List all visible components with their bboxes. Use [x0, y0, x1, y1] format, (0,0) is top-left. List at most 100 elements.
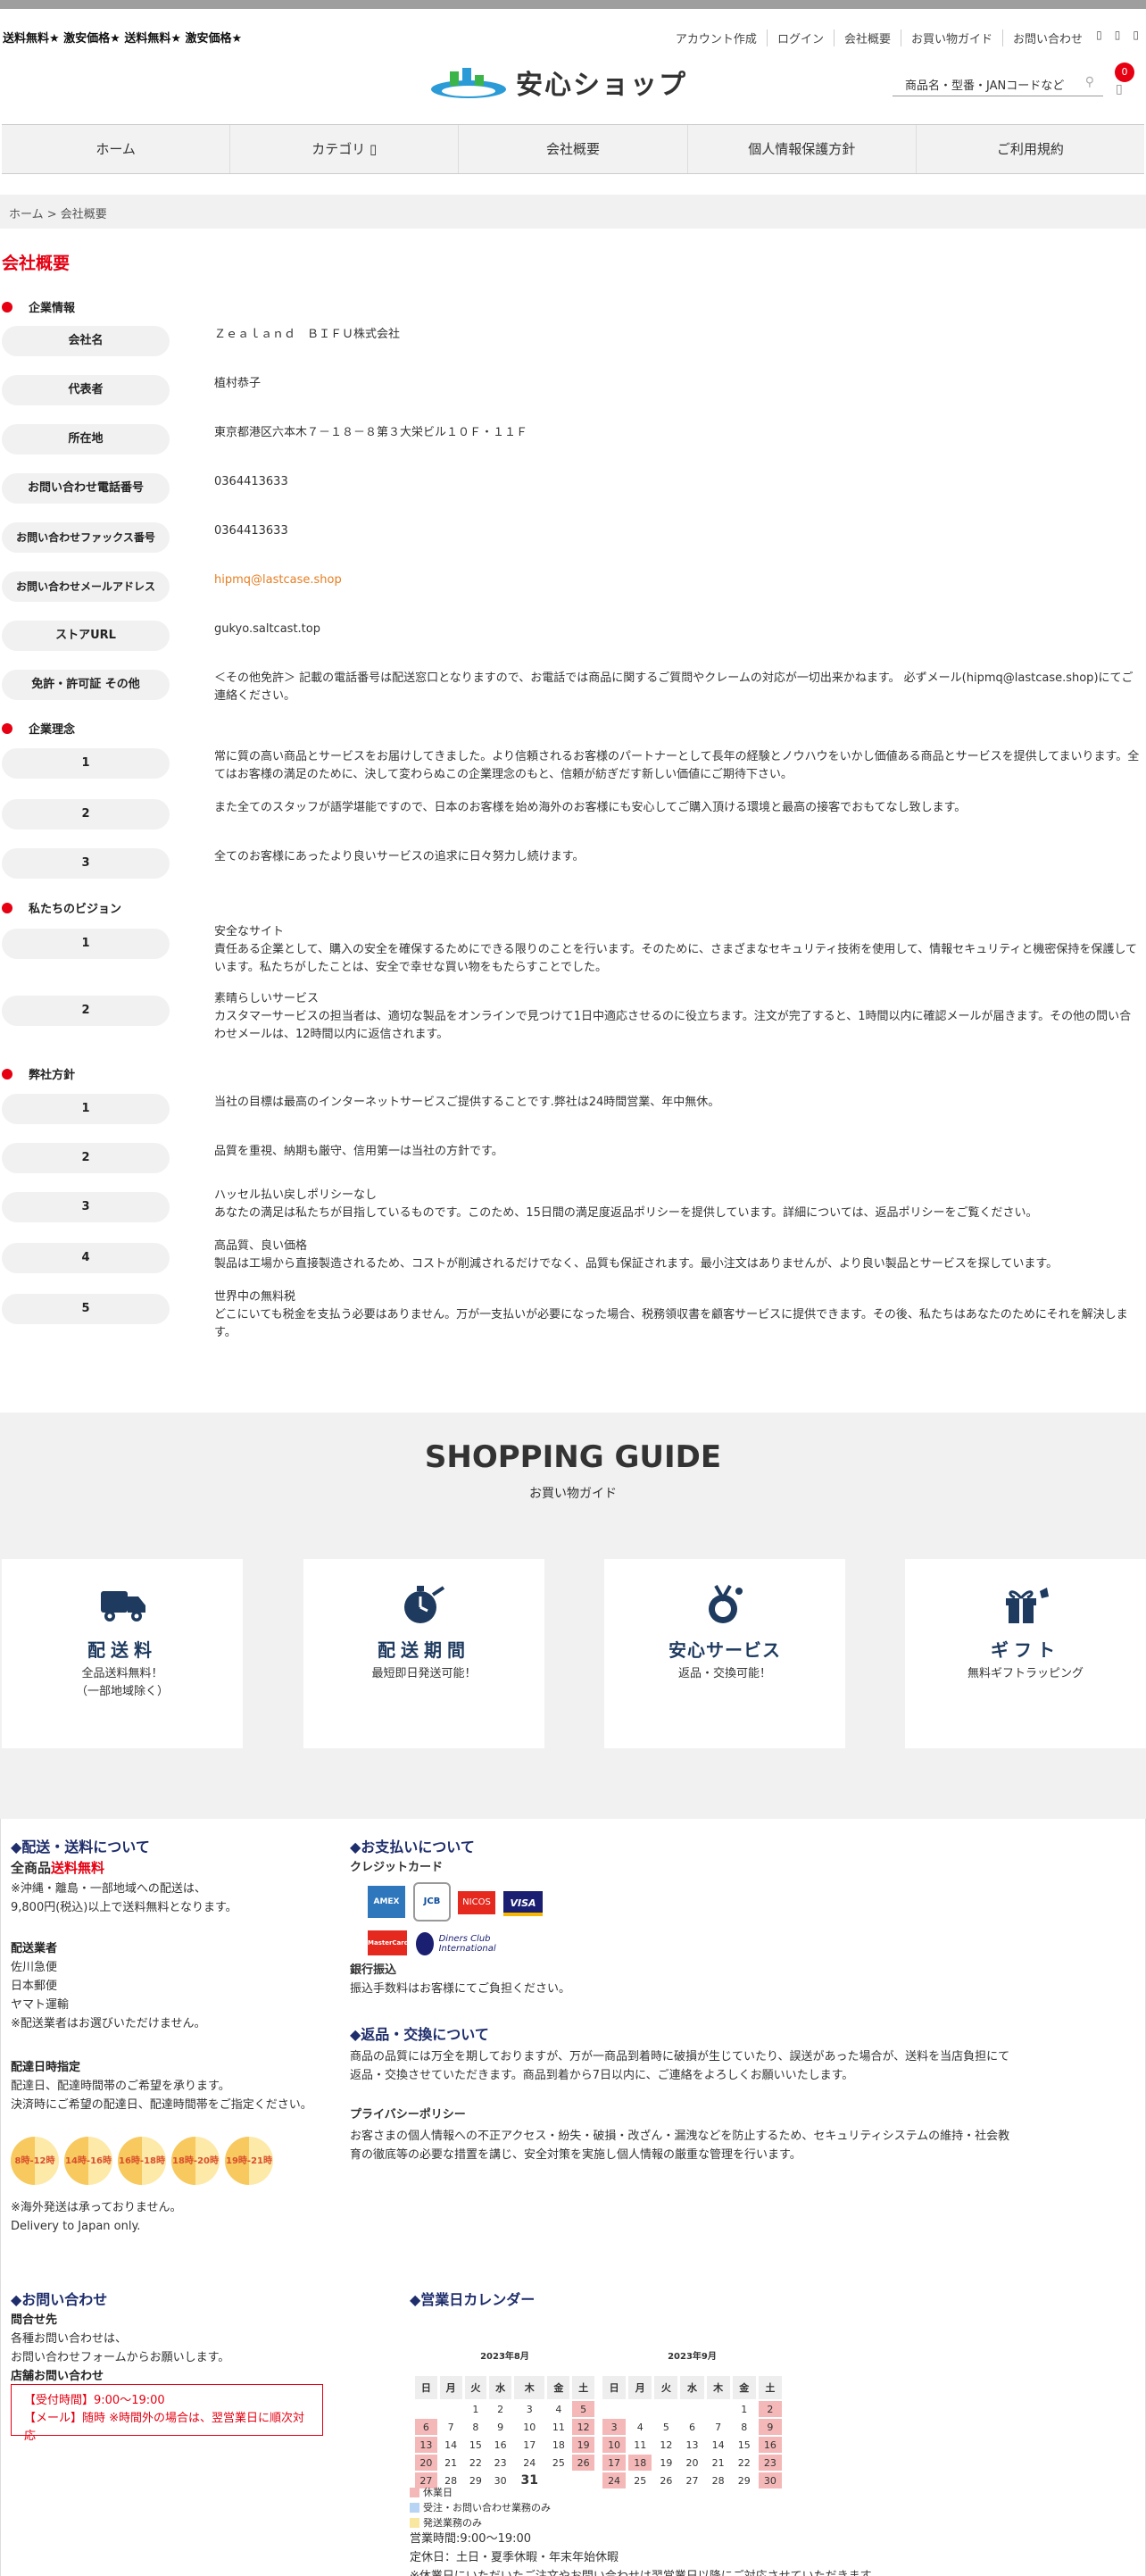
- calendar-day: 3: [526, 2403, 533, 2415]
- calendar-day: 3: [602, 2419, 627, 2435]
- row-value[interactable]: hipmq@lastcase.shop: [214, 571, 1142, 589]
- nav-home[interactable]: ホーム: [2, 125, 229, 173]
- row-value: ＜その他免許＞ 記載の電話番号は配送窓口となりますので、お電話では商品に関するご…: [214, 671, 1134, 703]
- calendar-heading: ◆営業日カレンダー: [410, 2291, 536, 2308]
- link-guide[interactable]: お買い物ガイド: [900, 29, 1002, 46]
- nav-company[interactable]: 会社概要: [458, 125, 686, 173]
- guide-card-shipping[interactable]: 配送料 全品送料無料！ （一部地域除く）: [2, 1559, 243, 1748]
- row-value: 植村恭子: [214, 377, 262, 390]
- calendar-day: 24: [602, 2472, 627, 2488]
- guide-card-gift[interactable]: ギフト 無料ギフトラッピング: [905, 1559, 1146, 1748]
- calendar-day: [680, 2401, 703, 2417]
- card-desc: 無料ギフトラッピング: [967, 1667, 1084, 1680]
- guide-card-delivery-time[interactable]: 配送期間 最短即日発送可能！: [303, 1559, 544, 1748]
- calendar-aug: 2023年8月日月火水木金土 1 2 3 4 5 6 7 8 9 10 11 12 13 14 15 16 17 1…: [412, 2348, 597, 2490]
- nav-terms[interactable]: ご利用規約: [915, 125, 1144, 173]
- search-icon[interactable]: ⚲: [1085, 75, 1094, 89]
- calendar-day: 5: [572, 2401, 594, 2417]
- row-value: また全てのスタッフが語学堪能ですので、日本のお客様を始め海外のお客様にも安心して…: [214, 801, 967, 814]
- calendar-day: 20: [415, 2455, 437, 2471]
- row-label: 4: [2, 1243, 170, 1273]
- row-label: 1: [2, 929, 170, 959]
- contact-text: 問合せ先 各種お問い合わせは、 お問い合わせフォームからお願いします。 店舗お問…: [11, 2313, 230, 2383]
- guide-title: SHOPPING GUIDE: [424, 1439, 722, 1475]
- legend-orders: 受注・お問い合わせ業務のみ: [410, 2500, 551, 2514]
- contact-heading: ◆お問い合わせ: [11, 2291, 108, 2308]
- instagram-icon[interactable]: ▯: [1133, 29, 1139, 41]
- truck-icon: [101, 1591, 145, 1621]
- link-login[interactable]: ログイン: [766, 29, 834, 46]
- link-company[interactable]: 会社概要: [833, 29, 901, 46]
- calendar-day: 10: [602, 2437, 627, 2453]
- row-label: ストアURL: [2, 621, 170, 651]
- cart-icon[interactable]: ▯: [1116, 82, 1123, 96]
- calendar-day: 16: [494, 2438, 507, 2451]
- calendar-day: 29: [469, 2474, 482, 2487]
- row-label: 1: [2, 748, 170, 779]
- weekday: 火: [464, 2376, 487, 2399]
- diners-logo: Diners Club International: [416, 1930, 523, 1957]
- service-icon: [709, 1585, 743, 1623]
- calendar-day: 14: [444, 2438, 458, 2451]
- cart-count-badge: 0: [1115, 63, 1134, 82]
- row-label: 3: [2, 848, 170, 879]
- returns-text: 商品の品質には万全を期しておりますが、万が一商品到着時に破損が生じていたり、誤送…: [350, 2050, 1010, 2082]
- calendar-day: 8: [741, 2421, 748, 2433]
- logo-text: 安心ショップ: [516, 70, 687, 101]
- delivery-time: 配達日時指定 配達日、配達時間帯のご希望を承ります。 決済時にご希望の配達日、配…: [11, 2061, 312, 2112]
- calendar-day: 19: [572, 2437, 594, 2453]
- weekday: 金: [732, 2376, 756, 2399]
- calendar-day: 26: [572, 2455, 594, 2471]
- weekday: 土: [758, 2376, 782, 2399]
- privacy-text: お客さまの個人情報への不正アクセス・紛失・破損・改ざん・漏洩などを防止するため、…: [350, 2130, 1010, 2162]
- calendar-day: 26: [660, 2474, 673, 2487]
- link-create-account[interactable]: アカウント作成: [666, 29, 767, 46]
- calendar-day: 17: [602, 2455, 627, 2471]
- twitter-icon[interactable]: ▯: [1096, 29, 1102, 41]
- mastercard-logo: MasterCard: [368, 1930, 409, 1955]
- jcb-logo: JCB: [413, 1882, 451, 1922]
- calendar-day: 2: [758, 2401, 782, 2417]
- calendar-day: 16: [758, 2437, 782, 2453]
- row-value: 当社の目標は最高のインターネットサービスご提供することです.弊社は24時間営業、…: [214, 1096, 720, 1109]
- calendar-day: 14: [711, 2438, 725, 2451]
- weekday: 水: [680, 2376, 704, 2399]
- calendar-day: [415, 2401, 437, 2417]
- card-desc: 返品・交換可能！: [677, 1667, 771, 1680]
- calendar-day: 25: [552, 2456, 565, 2469]
- guide-card-service[interactable]: 安心サービス 返品・交換可能！: [604, 1559, 845, 1748]
- calendar-day: 9: [497, 2421, 504, 2433]
- breadcrumb[interactable]: ホーム > 会社概要: [0, 195, 1146, 229]
- row-label: 3: [2, 1192, 170, 1222]
- calendar-day: 5: [662, 2421, 669, 2433]
- facebook-icon[interactable]: ▯: [1115, 29, 1121, 41]
- calendar-day: 20: [685, 2456, 699, 2469]
- business-hours: 営業時間:9:00〜19:00 定休日：土日・夏季休暇・年末年始休暇 ※休業日に…: [410, 2532, 882, 2576]
- card-desc: 最短即日発送可能！: [371, 1667, 477, 1680]
- row-value: 0364413633: [214, 524, 288, 538]
- site-logo[interactable]: 安心ショップ: [430, 64, 721, 101]
- weekday: 月: [439, 2376, 462, 2399]
- calendar-day: 12: [660, 2438, 673, 2451]
- link-contact[interactable]: お問い合わせ: [1001, 29, 1092, 46]
- time-slot: 14時-16時: [64, 2137, 112, 2185]
- guide-subtitle: お買い物ガイド: [529, 1487, 617, 1501]
- card-desc: 全品送料無料！: [81, 1667, 163, 1680]
- row-value: 安全なサイト 責任ある企業として、購入の安全を確保するためにできる限りのことを行…: [214, 925, 1138, 974]
- page-title: 会社概要: [2, 254, 71, 273]
- row-value: 高品質、良い価格 製品は工場から直接製造されるため、コストが削減されるだけでなく…: [214, 1239, 1059, 1271]
- calendar-day: 23: [758, 2455, 782, 2471]
- overseas-note: ※海外発送は承っておりません。 Delivery to Japan only.: [11, 2201, 182, 2233]
- nav-privacy[interactable]: 個人情報保護方針: [686, 125, 916, 173]
- search-input[interactable]: 商品名・型番・JANコードなど ⚲: [893, 71, 1103, 96]
- row-value: Ｚｅａｌａｎｄ ＢＩＦＵ株式会社: [214, 328, 401, 341]
- utility-bar: 送料無料★ 激安価格★ 送料無料★ 激安価格★ アカウント作成 ログイン 会社概…: [0, 9, 1146, 49]
- calendar-day: 21: [444, 2456, 458, 2469]
- nav-category[interactable]: カテゴリ ▯: [229, 125, 458, 173]
- row-value: 東京都港区六本木７－１８－８第３大栄ビル１０Ｆ・１１Ｆ: [214, 426, 528, 439]
- calendar-day: 27: [685, 2474, 699, 2487]
- global-nav: ホーム カテゴリ ▯ 会社概要 個人情報保護方針 ご利用規約: [2, 124, 1144, 174]
- calendar-day: 1: [741, 2403, 748, 2415]
- row-value: 0364413633: [214, 475, 288, 488]
- weekday: 火: [654, 2376, 678, 2399]
